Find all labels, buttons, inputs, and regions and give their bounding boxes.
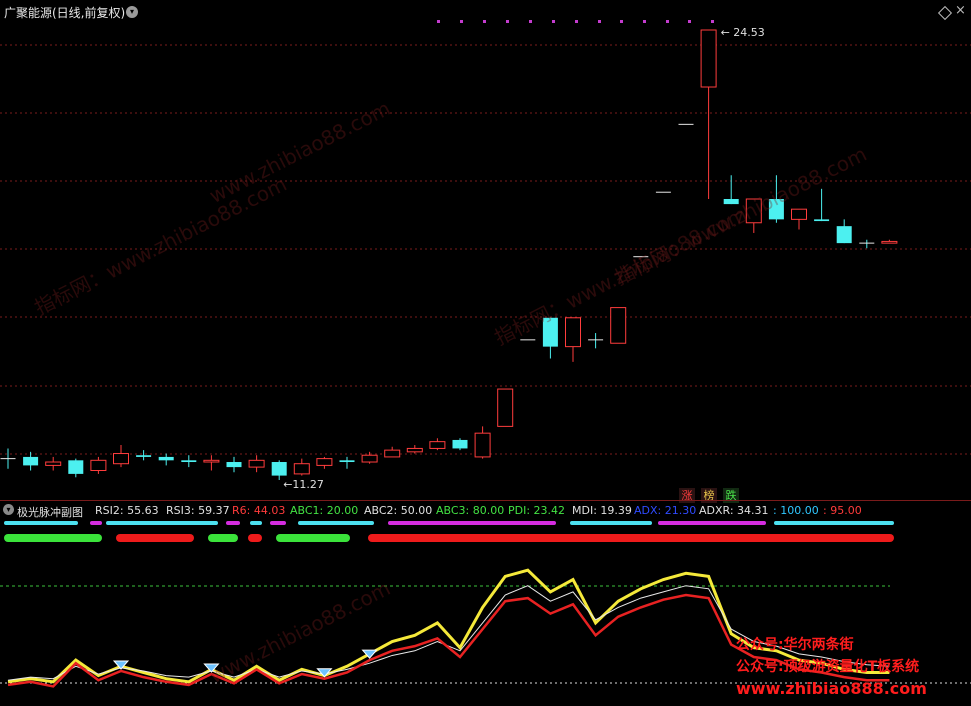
top-marker [643,20,646,23]
top-marker [460,20,463,23]
candle-body [293,463,310,475]
indicator-field: ABC1: 20.00 [290,504,359,517]
candle-body [271,462,287,476]
candle-body [452,439,468,449]
candle-body [406,447,423,453]
candle-body [339,460,355,463]
top-marker [620,20,623,23]
top-marker [552,20,555,23]
candle-body [68,460,84,474]
indicator-field: PDI: 23.42 [508,504,566,517]
indicator-field: : 100.00 [773,504,819,517]
indicator-field: MDI: 19.39 [572,504,632,517]
candle-body [226,462,242,468]
promo-line-2: 公众号:顶级游资量化T板系统 [736,659,920,675]
top-marker [483,20,486,23]
indicator-field: ADX: 21.30 [634,504,697,517]
indicator-field: ADXR: 34.31 [699,504,769,517]
panel-divider [0,500,971,501]
candle-body [23,456,39,466]
candle-body [361,454,378,463]
top-marker [688,20,691,23]
candle-body [248,459,265,468]
candle-body [45,461,62,466]
top-marker [529,20,532,23]
top-marker [598,20,601,23]
candle-body [316,458,333,466]
high-price-label: ← 24.53 [721,26,765,39]
indicator-field: ABC3: 80.00 [436,504,505,517]
candle-body [700,29,717,88]
candle-body [565,317,581,348]
candle-body [429,441,446,449]
top-marker [506,20,509,23]
indicator-field: ABC2: 50.00 [364,504,433,517]
top-marker [575,20,578,23]
top-marker [666,20,669,23]
indicator-chart [0,521,971,688]
top-marker [711,20,714,23]
candle-body [384,449,401,458]
promo-line-3: www.zhibiao888.com [736,679,927,698]
candle-body [136,455,152,457]
candle-body [113,453,129,465]
candle-body [497,388,514,427]
candle-body [836,226,852,244]
low-price-label: ←11.27 [283,478,324,491]
candle-body [610,307,627,344]
indicator-field: : 95.00 [823,504,862,517]
indicator-field: RSI3: 59.37 [166,504,230,517]
candle-body [474,432,491,458]
candle-body [814,219,830,222]
indicator-header: 极光脉冲副图 RSI2: 55.63 RSI3: 59.37 R6: 44.03 AB… [0,502,971,519]
candle-body [158,456,174,461]
candle-body [181,460,197,463]
candle-body [203,459,220,463]
candle-body [90,459,107,471]
promo-line-1: 公众号:华尔两条街 [736,637,854,653]
indicator-field: RSI2: 55.63 [95,504,159,517]
indicator-field: R6: 44.03 [232,504,286,517]
candle-body [791,208,807,220]
top-marker [437,20,440,23]
candle-body [881,240,898,244]
stock-chart-window: 广聚能源(日线,前复权) ▾ × ← 24.53 ←11.27 涨 榜 跌 ▾ 极… [0,0,971,706]
